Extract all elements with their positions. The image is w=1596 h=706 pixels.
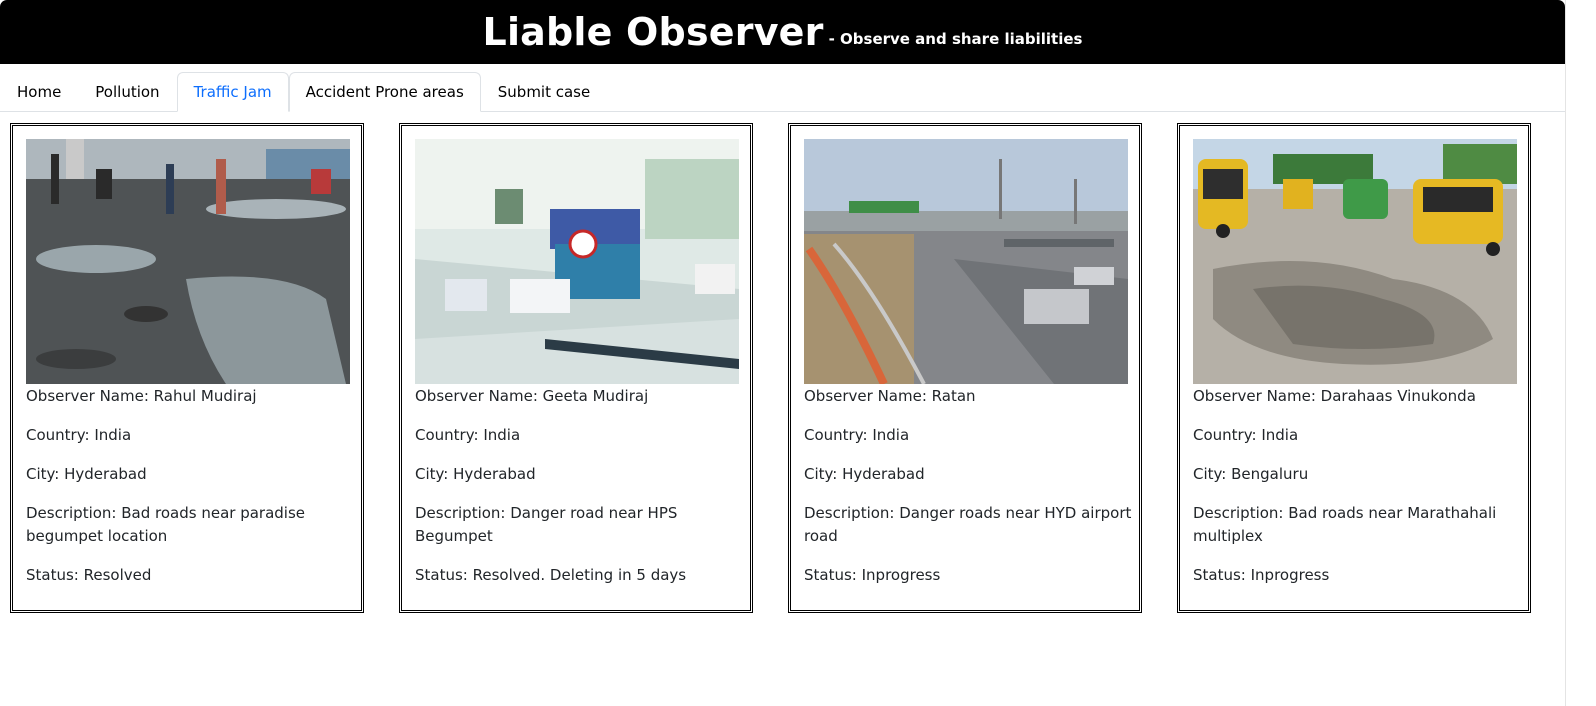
country: Country: India bbox=[26, 426, 132, 444]
case-info: Observer Name: Ratan Country: India City… bbox=[804, 385, 1134, 603]
status: Status: Resolved. Deleting in 5 days bbox=[415, 566, 687, 584]
description: Description: Danger roads near HYD airpo… bbox=[804, 504, 1132, 545]
tab-accident-prone-areas[interactable]: Accident Prone areas bbox=[288, 72, 481, 112]
case-card: Observer Name: Darahaas Vinukonda Countr… bbox=[1177, 123, 1531, 613]
case-photo bbox=[26, 139, 350, 384]
observer-name: Observer Name: Ratan bbox=[804, 387, 976, 405]
site-title: Liable Observer bbox=[482, 10, 824, 54]
country: Country: India bbox=[804, 426, 910, 444]
tab-submit-case[interactable]: Submit case bbox=[481, 72, 607, 112]
tab-traffic-jam[interactable]: Traffic Jam bbox=[176, 72, 289, 112]
observer-name: Observer Name: Rahul Mudiraj bbox=[26, 387, 257, 405]
case-info: Observer Name: Rahul Mudiraj Country: In… bbox=[26, 385, 356, 603]
description: Description: Danger road near HPS Begump… bbox=[415, 504, 678, 545]
case-info: Observer Name: Geeta Mudiraj Country: In… bbox=[415, 385, 745, 603]
site-tagline: - Observe and share liabilities bbox=[828, 30, 1083, 48]
country: Country: India bbox=[1193, 426, 1299, 444]
city: City: Bengaluru bbox=[1193, 465, 1309, 483]
status: Status: Resolved bbox=[26, 566, 152, 584]
description: Description: Bad roads near paradise beg… bbox=[26, 504, 306, 545]
case-card: Observer Name: Rahul Mudiraj Country: In… bbox=[10, 123, 364, 613]
case-photo bbox=[804, 139, 1128, 384]
observer-name: Observer Name: Geeta Mudiraj bbox=[415, 387, 649, 405]
case-photo bbox=[1193, 139, 1517, 384]
case-info: Observer Name: Darahaas Vinukonda Countr… bbox=[1193, 385, 1523, 603]
page: Liable Observer - Observe and share liab… bbox=[0, 0, 1566, 706]
city: City: Hyderabad bbox=[804, 465, 925, 483]
description: Description: Bad roads near Marathahali … bbox=[1193, 504, 1497, 545]
city: City: Hyderabad bbox=[26, 465, 147, 483]
tab-pollution[interactable]: Pollution bbox=[78, 72, 176, 112]
site-header: Liable Observer - Observe and share liab… bbox=[0, 0, 1565, 64]
case-card: Observer Name: Ratan Country: India City… bbox=[788, 123, 1142, 613]
page-margin bbox=[1566, 0, 1596, 706]
status: Status: Inprogress bbox=[1193, 566, 1330, 584]
status: Status: Inprogress bbox=[804, 566, 941, 584]
case-photo bbox=[415, 139, 739, 384]
nav-tabs: Home Pollution Traffic Jam Accident Pron… bbox=[0, 64, 1565, 112]
city: City: Hyderabad bbox=[415, 465, 536, 483]
country: Country: India bbox=[415, 426, 521, 444]
case-card: Observer Name: Geeta Mudiraj Country: In… bbox=[399, 123, 753, 613]
tab-home[interactable]: Home bbox=[0, 72, 78, 112]
observer-name: Observer Name: Darahaas Vinukonda bbox=[1193, 387, 1476, 405]
